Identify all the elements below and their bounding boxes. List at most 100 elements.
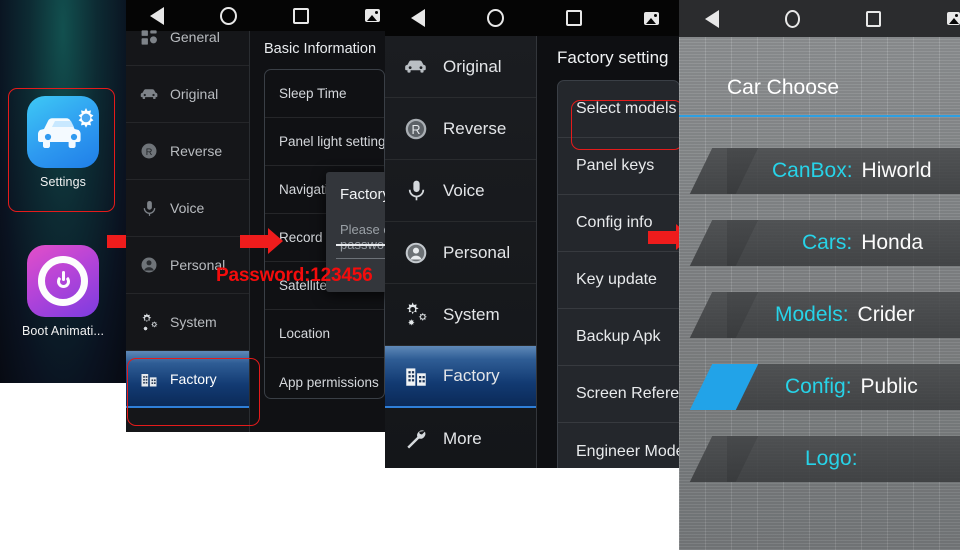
sidebar-label: Voice	[170, 200, 205, 216]
panel-car-choose: Car Choose CanBox: Hiworld Cars: Honda M…	[679, 0, 960, 550]
factory-icon	[399, 361, 433, 391]
row-value: Public	[860, 375, 918, 398]
dialog-title: Factory	[340, 186, 385, 203]
recents-icon[interactable]	[866, 10, 881, 27]
panel-launcher: Settings Boot Animati...	[0, 0, 126, 383]
reverse-r-icon: R	[134, 138, 164, 164]
back-icon[interactable]	[411, 9, 425, 27]
row-key: Cars:	[802, 231, 853, 254]
factory-content: Factory setting Select models Panel keys…	[537, 36, 680, 468]
sidebar-item-factory[interactable]: Factory	[126, 351, 249, 408]
person-icon	[399, 238, 433, 268]
list-item-select-models[interactable]: Select models	[558, 81, 679, 138]
car-gear-icon	[27, 96, 99, 168]
sidebar-item-voice[interactable]: Voice	[385, 160, 536, 222]
title-underline	[679, 115, 960, 117]
panel-settings: General Original R Reverse Voice Persona…	[126, 0, 385, 432]
microphone-icon	[399, 176, 433, 206]
car-icon	[134, 81, 164, 107]
sidebar-item-reverse[interactable]: R Reverse	[126, 123, 249, 180]
sidebar-item-original[interactable]: Original	[126, 66, 249, 123]
app-label-boot-animation: Boot Animati...	[21, 324, 105, 338]
sidebar-item-voice[interactable]: Voice	[126, 180, 249, 237]
sidebar-item-general[interactable]: General	[126, 9, 249, 66]
svg-text:R: R	[146, 147, 153, 157]
person-icon	[134, 252, 164, 278]
sidebar-label: Personal	[443, 242, 511, 262]
password-annotation: Password:123456	[216, 265, 373, 286]
sidebar-label: Factory	[443, 366, 500, 385]
sidebar-label: More	[443, 428, 482, 448]
list-item-engineer-mode[interactable]: Engineer Mode	[558, 423, 679, 468]
app-tile-settings[interactable]: Settings	[0, 96, 126, 189]
list-item-key-update[interactable]: Key update	[558, 252, 679, 309]
factory-list: Select models Panel keys Config info Key…	[557, 80, 680, 468]
row-value: Hiworld	[861, 159, 932, 182]
row-canbox[interactable]: CanBox: Hiworld	[727, 148, 960, 194]
row-config[interactable]: Config: Public	[727, 364, 960, 410]
page-title: Car Choose	[727, 76, 840, 99]
list-item-panel-keys[interactable]: Panel keys	[558, 138, 679, 195]
sidebar-label: Voice	[443, 180, 485, 200]
recents-icon[interactable]	[566, 10, 582, 26]
row-logo[interactable]: Logo:	[727, 436, 960, 482]
settings-sidebar-2: General Original R Reverse Voice Persona…	[126, 29, 250, 432]
content-title: Factory setting	[557, 48, 669, 67]
sidebar-label: Original	[443, 56, 502, 76]
sidebar-label: System	[170, 314, 217, 330]
sidebar-item-personal[interactable]: Personal	[385, 222, 536, 284]
factory-icon	[134, 366, 164, 392]
back-icon[interactable]	[705, 9, 719, 28]
list-item[interactable]: Panel light setting	[265, 118, 384, 166]
sidebar-item-factory[interactable]: Factory	[385, 346, 536, 408]
reverse-r-icon: R	[399, 114, 433, 144]
row-key: CanBox:	[772, 159, 853, 182]
row-key: Logo:	[805, 447, 858, 470]
gears-icon	[134, 309, 164, 335]
wrench-icon	[399, 424, 433, 454]
list-item-backup-apk[interactable]: Backup Apk	[558, 309, 679, 366]
dialog-divider	[336, 258, 385, 259]
sidebar-item-reverse[interactable]: R Reverse	[385, 98, 536, 160]
recents-icon[interactable]	[293, 7, 309, 24]
sidebar-item-more[interactable]: More	[385, 408, 536, 468]
screenshot-icon[interactable]	[365, 9, 380, 22]
row-models[interactable]: Models: Crider	[727, 292, 960, 338]
sidebar-label: Reverse	[170, 143, 223, 159]
list-item[interactable]: Sleep Time	[265, 70, 384, 118]
password-input[interactable]	[336, 244, 385, 246]
settings-sidebar-3: Original R Reverse Voice Personal System…	[385, 36, 537, 468]
screenshot-icon[interactable]	[946, 12, 960, 25]
gears-icon	[399, 300, 433, 330]
sidebar-item-system[interactable]: System	[126, 294, 249, 351]
screenshot-icon[interactable]	[644, 11, 659, 25]
sidebar-label: Original	[170, 86, 219, 102]
row-value: Honda	[861, 231, 924, 254]
dialog-hint: Please enter password	[340, 222, 385, 252]
list-item[interactable]: Location	[265, 310, 384, 358]
home-icon[interactable]	[487, 9, 504, 27]
screenshot-root: Settings Boot Animati... General Origina…	[0, 0, 960, 550]
sidebar-item-original[interactable]: Original	[385, 36, 536, 98]
sidebar-label: Reverse	[443, 118, 507, 138]
row-key: Models:	[775, 303, 849, 326]
row-cars[interactable]: Cars: Honda	[727, 220, 960, 266]
android-navbar-3	[385, 0, 680, 36]
app-label-settings: Settings	[40, 175, 86, 189]
sidebar-label: System	[443, 304, 500, 324]
list-item-screen-reference[interactable]: Screen Reference	[558, 366, 679, 423]
content-title: Basic Information	[264, 41, 377, 57]
home-icon[interactable]	[785, 9, 801, 28]
row-key: Config:	[785, 375, 852, 398]
car-icon	[399, 52, 433, 82]
app-tile-boot-animation[interactable]: Boot Animati...	[0, 245, 126, 338]
panel-factory-setting: Original R Reverse Voice Personal System…	[385, 0, 680, 468]
sidebar-item-system[interactable]: System	[385, 284, 536, 346]
row-value: Crider	[857, 303, 915, 326]
power-ring-icon	[27, 245, 99, 317]
sidebar-label: General	[170, 29, 220, 45]
list-item[interactable]: App permissions	[265, 358, 384, 398]
general-icon	[134, 24, 164, 50]
svg-text:R: R	[412, 122, 421, 136]
microphone-icon	[134, 195, 164, 221]
